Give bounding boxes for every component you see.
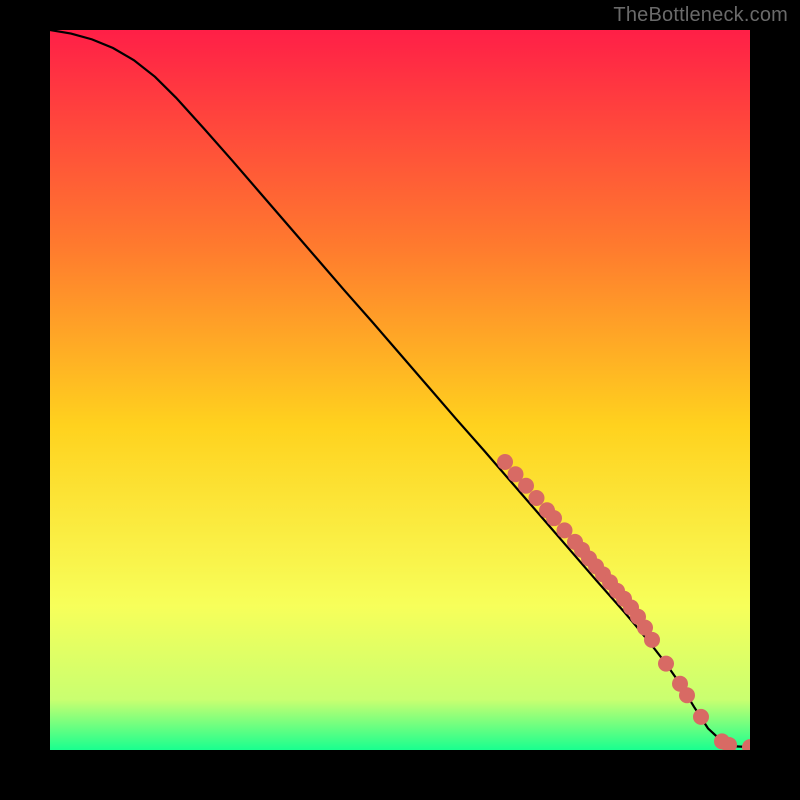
chart-svg xyxy=(50,30,750,750)
data-point xyxy=(497,454,513,470)
attribution-label: TheBottleneck.com xyxy=(613,4,788,27)
data-point xyxy=(546,510,562,526)
data-point xyxy=(693,709,709,725)
chart-frame: TheBottleneck.com xyxy=(0,0,800,800)
data-point xyxy=(518,478,534,494)
data-point xyxy=(679,687,695,703)
data-point xyxy=(644,632,660,648)
data-point xyxy=(529,490,545,506)
plot-area xyxy=(50,30,750,750)
data-point xyxy=(658,656,674,672)
